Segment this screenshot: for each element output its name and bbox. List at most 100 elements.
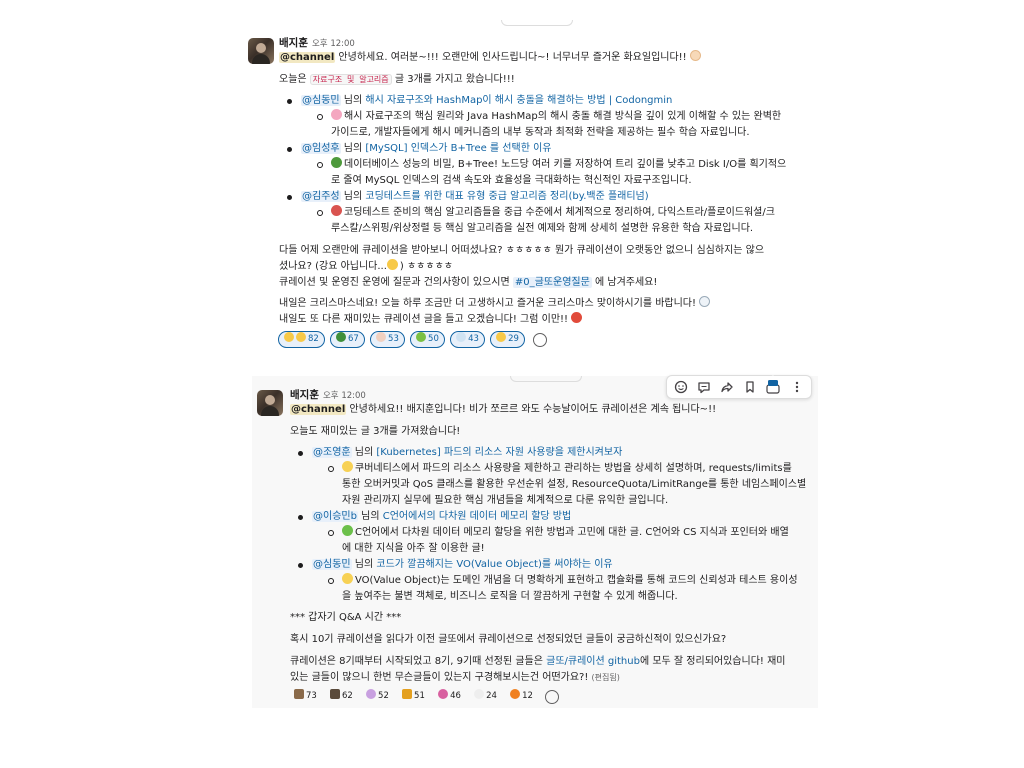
brain-icon xyxy=(331,109,342,120)
reaction-count: 51 xyxy=(414,691,425,701)
message-body: @channel 안녕하세요. 여러분~!!! 오랜만에 인사드립니다~! 너무… xyxy=(279,50,804,328)
channel-mention[interactable]: @channel xyxy=(279,52,336,63)
outro-line: 셨나요? (강요 아닙니다... xyxy=(279,261,387,272)
reaction-pill[interactable]: 62 xyxy=(326,688,357,705)
user-mention[interactable]: @이승민b xyxy=(312,511,358,522)
github-link[interactable]: 글또/큐레이션 github xyxy=(546,656,640,667)
reaction-pill[interactable]: 24 xyxy=(470,688,501,705)
reaction-pill[interactable]: 53 xyxy=(370,331,405,348)
reaction-pill[interactable]: 50 xyxy=(410,331,445,348)
item-connector: 님의 xyxy=(340,191,366,202)
reaction-count: 43 xyxy=(468,334,479,344)
check-icon xyxy=(416,332,427,342)
message-2[interactable]: 배지훈 오후 12:00 @channel 안녕하세요!! 배지훈입니다! 비가 … xyxy=(252,376,818,708)
item-description: C언어에서 다차원 데이터 메모리 할당을 위한 방법과 고민에 대한 글. C… xyxy=(355,527,789,538)
reaction-pill[interactable]: 43 xyxy=(450,331,485,348)
add-reaction-icon[interactable] xyxy=(545,689,560,704)
timestamp[interactable]: 오후 12:00 xyxy=(312,39,355,49)
article-link[interactable]: 해시 자료구조와 HashMap이 해시 충돌을 해결하는 방법 | Codon… xyxy=(365,95,672,106)
edited-label: (편집됨) xyxy=(591,673,620,682)
outro-line-end: ) ㅎㅎㅎㅎㅎ xyxy=(399,261,453,272)
message-1[interactable]: 배지훈 오후 12:00 @channel 안녕하세요. 여러분~!!! 오랜만에… xyxy=(246,20,806,358)
article-list: @심동민 님의 해시 자료구조와 HashMap이 해시 충돌을 해결하는 방법… xyxy=(279,93,804,237)
item-description-cont: 에 대한 지식을 아주 잘 이용한 글! xyxy=(342,543,485,554)
bookmark-icon[interactable] xyxy=(742,380,758,396)
reaction-pill[interactable]: 73 xyxy=(290,688,321,705)
snowman-icon xyxy=(699,296,711,307)
reaction-pill[interactable]: 12 xyxy=(506,688,537,705)
greeting-text: 안녕하세요. 여러분~!!! 오랜만에 인사드립니다~! 너무너무 즐거운 화요… xyxy=(335,52,690,63)
add-reaction-icon[interactable] xyxy=(533,332,548,347)
list-item: 해시 자료구조의 핵심 원리와 Java HashMap의 해시 충돌 해결 방… xyxy=(301,109,804,141)
user-mention[interactable]: @심동민 xyxy=(301,95,341,106)
article-link[interactable]: [Kubernetes] 파드의 리소스 자원 사용량을 제한시켜보자 xyxy=(376,447,622,458)
user-mention[interactable]: @김주성 xyxy=(301,191,341,202)
article-link[interactable]: C언어에서의 다차원 데이터 메모리 할당 방법 xyxy=(383,511,571,522)
reaction-pill[interactable]: 67 xyxy=(330,331,365,348)
article-link[interactable]: 코드가 깔끔해지는 VO(Value Object)를 써야하는 이유 xyxy=(376,559,612,570)
qa-answer-text: 큐레이션은 8기때부터 시작되었고 8기, 9기때 선정된 글들은 xyxy=(290,656,547,667)
qa-answer-text: 에 모두 잘 정리되어있습니다! 재미 xyxy=(639,656,786,667)
reaction-count: 29 xyxy=(508,334,519,344)
smiling-face-icon xyxy=(386,259,398,270)
reply-thread-icon[interactable] xyxy=(696,380,712,396)
user-mention[interactable]: @조영훈 xyxy=(312,447,352,458)
article-link[interactable]: [MySQL] 인덱스가 B+Tree 를 선택한 이유 xyxy=(365,143,551,154)
item-description: VO(Value Object)는 도메인 개념을 더 명확하게 표현하고 캡슐… xyxy=(355,575,798,586)
qa-title: *** 갑자기 Q&A 시간 *** xyxy=(290,612,402,623)
sub-list: 쿠버네티스에서 파드의 리소스 사용량을 제한하고 관리하는 방법을 상세히 설… xyxy=(312,461,814,509)
share-icon[interactable] xyxy=(719,380,735,396)
list-item: @이승민b 님의 C언어에서의 다차원 데이터 메모리 할당 방법 C언어에서 … xyxy=(290,509,814,557)
sub-list: 코딩테스트 준비의 핵심 알고리즘들을 중급 수준에서 체계적으로 정리하여, … xyxy=(301,205,804,237)
christmas-tree-icon xyxy=(336,332,347,342)
closing-line: 내일도 또 다른 재미있는 큐레이션 글을 들고 오겠습니다! 그럼 이만!! xyxy=(279,314,572,325)
outro-text: 큐레이션 및 운영진 운영에 질문과 건의사항이 있으시면 xyxy=(279,277,513,288)
item-description-cont: 을 높여주는 불변 객체로, 비즈니스 로직을 더 깔끔하게 구현할 수 있게 … xyxy=(342,591,678,602)
channel-mention[interactable]: @channel xyxy=(290,404,347,415)
author-name[interactable]: 배지훈 xyxy=(279,37,308,49)
item-connector: 님의 xyxy=(340,143,366,154)
lightbulb-icon xyxy=(342,461,353,472)
hug-icon xyxy=(438,689,449,699)
qa-answer-text: 있는 글들이 많으니 한번 무슨글들이 있는지 구경해보시는건 어떤가요?! xyxy=(290,672,592,683)
author-name[interactable]: 배지훈 xyxy=(290,389,319,401)
greeting-line: @channel 안녕하세요. 여러분~!!! 오랜만에 인사드립니다~! 너무… xyxy=(279,50,804,67)
user-mention[interactable]: @심동민 xyxy=(312,559,352,570)
qa-answer: 큐레이션은 8기때부터 시작되었고 8기, 9기때 선정된 글들은 글또/큐레이… xyxy=(290,654,814,686)
reaction-count: 62 xyxy=(342,691,353,701)
more-actions-icon[interactable] xyxy=(789,380,805,396)
intro-line: 오늘은 자료구조 및 알고리즘 글 3개를 가지고 왔습니다!!! xyxy=(279,72,804,89)
reaction-count: 46 xyxy=(450,691,461,701)
santa-icon xyxy=(571,312,583,323)
list-item: 코딩테스트 준비의 핵심 알고리즘들을 중급 수준에서 체계적으로 정리하여, … xyxy=(301,205,804,237)
reaction-count: 50 xyxy=(428,334,439,344)
reaction-pill[interactable]: 52 xyxy=(362,688,393,705)
clapping-hands-icon xyxy=(689,50,701,61)
timestamp[interactable]: 오후 12:00 xyxy=(323,391,366,401)
dna-icon xyxy=(342,525,353,536)
reaction-pill[interactable]: 46 xyxy=(434,688,465,705)
user-mention[interactable]: @임성후 xyxy=(301,143,341,154)
reaction-count: 82 xyxy=(308,334,319,344)
reaction-count: 12 xyxy=(522,691,533,701)
list-item: C언어에서 다차원 데이터 메모리 할당을 위한 방법과 고민에 대한 글. C… xyxy=(312,525,814,557)
avatar[interactable] xyxy=(257,390,283,416)
article-link[interactable]: 코딩테스트를 위한 대표 유형 중급 알고리즘 정리(by.백준 플래티넘) xyxy=(365,191,648,202)
reaction-pill[interactable]: 82 xyxy=(278,331,325,348)
outro-paragraph: 다들 어제 오랜만에 큐레이션을 받아보니 어떠셨나요? ㅎㅎㅎㅎㅎ 뭔가 큐레… xyxy=(279,243,804,291)
reaction-pill[interactable]: 29 xyxy=(490,331,525,348)
add-reaction-icon[interactable] xyxy=(673,380,689,396)
bow-icon xyxy=(366,689,377,699)
thumbs-up-icon xyxy=(496,332,507,342)
item-connector: 님의 xyxy=(351,447,377,458)
custom-face-icon xyxy=(294,689,304,699)
apps-icon[interactable]: 9 xyxy=(765,375,781,396)
reaction-pill[interactable]: 51 xyxy=(398,688,429,705)
channel-link[interactable]: #0_글또운영질문 xyxy=(512,277,592,288)
closing-paragraph: 내일은 크리스마스네요! 오늘 하루 조금만 더 고생하시고 즐거운 크리스마스… xyxy=(279,296,804,328)
list-item: @심동민 님의 해시 자료구조와 HashMap이 해시 충돌을 해결하는 방법… xyxy=(279,93,804,141)
greeting-text: 안녕하세요!! 배지훈입니다! 비가 쪼르르 와도 수능날이어도 큐레이션은 계… xyxy=(346,404,717,415)
closing-line: 내일은 크리스마스네요! 오늘 하루 조금만 더 고생하시고 즐거운 크리스마스… xyxy=(279,298,700,309)
avatar[interactable] xyxy=(248,38,274,64)
item-connector: 님의 xyxy=(357,511,383,522)
